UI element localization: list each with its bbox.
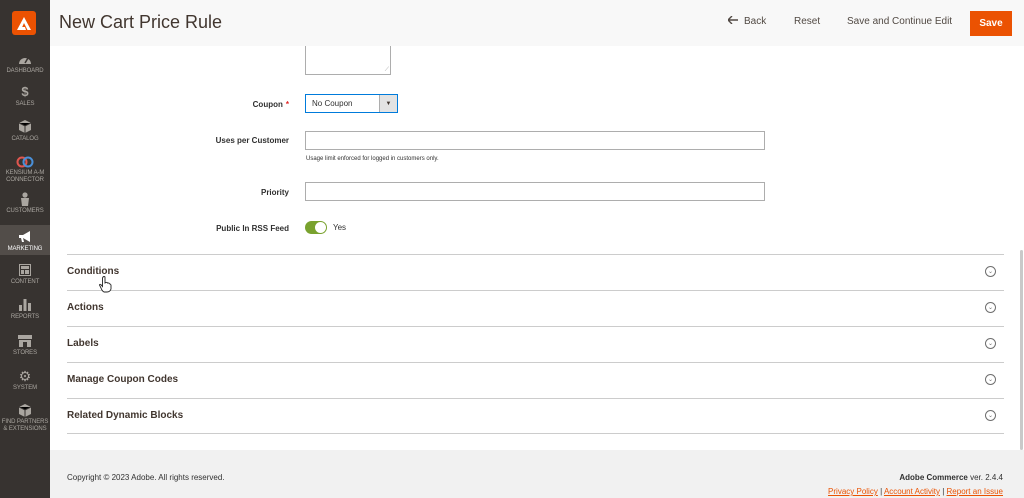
back-button-label: Back [744, 16, 767, 27]
sidebar-item-label-line2: & EXTENSIONS [3, 426, 47, 432]
sidebar-item-stores[interactable]: STORES [0, 334, 50, 359]
sidebar-item-label: REPORTS [10, 314, 40, 320]
account-activity-link[interactable]: Account Activity [884, 487, 940, 496]
separator: | [880, 487, 883, 496]
coupon-select[interactable]: No Coupon ▼ [305, 94, 398, 113]
coupon-select-value: No Coupon [312, 99, 353, 108]
sidebar-item-label: CONTENT [10, 279, 40, 285]
layout-icon [0, 263, 50, 277]
priority-label: Priority [260, 188, 289, 197]
sidebar-item-label: SYSTEM [12, 385, 38, 391]
uses-per-customer-label: Uses per Customer [215, 136, 289, 145]
sidebar-item-dashboard[interactable]: DASHBOARD [0, 52, 50, 77]
sidebar-item-label: DASHBOARD [6, 68, 44, 74]
dashboard-icon [0, 52, 50, 66]
sidebar-item-label-line2: CONNECTOR [6, 177, 44, 183]
product-version: Adobe Commerce ver. 2.4.4 [899, 473, 1003, 482]
sidebar-item-reports[interactable]: REPORTS [0, 298, 50, 323]
chevron-down-icon[interactable]: ⌄ [985, 266, 996, 277]
required-marker: * [285, 100, 289, 109]
page-footer: Copyright © 2023 Adobe. All rights reser… [50, 450, 1024, 498]
section-manage-coupon-codes[interactable]: Manage Coupon Codes ⌄ [67, 362, 1004, 398]
sidebar-item-label: CUSTOMERS [6, 208, 44, 214]
section-title: Manage Coupon Codes [67, 374, 179, 385]
rss-feed-value: Yes [333, 223, 347, 232]
footer-links: Privacy Policy | Account Activity | Repo… [828, 487, 1003, 496]
page-scrollbar[interactable] [1020, 250, 1023, 450]
back-button[interactable]: Back [727, 15, 767, 27]
adobe-logo-icon[interactable] [12, 11, 36, 35]
save-button[interactable]: Save [970, 11, 1012, 36]
gear-icon: ⚙ [18, 368, 32, 384]
page-header: New Cart Price Rule Back Reset Save and … [50, 0, 1024, 46]
reset-button[interactable]: Reset [794, 16, 820, 27]
sidebar-item-catalog[interactable]: CATALOG [0, 120, 50, 145]
sidebar-item-find-partners[interactable]: FIND PARTNERS & EXTENSIONS [0, 404, 50, 436]
bar-chart-icon [0, 298, 50, 312]
rss-feed-toggle[interactable] [305, 221, 327, 234]
page-title: New Cart Price Rule [59, 12, 223, 32]
version-text: ver. 2.4.4 [970, 473, 1003, 482]
chevron-down-icon[interactable]: ⌄ [985, 302, 996, 313]
admin-sidebar: DASHBOARD $ SALES CATALOG KENSIUM A-M CO… [0, 0, 50, 498]
uses-per-customer-input[interactable] [305, 131, 765, 150]
chevron-down-icon[interactable]: ⌄ [985, 338, 996, 349]
sidebar-item-label: FIND PARTNERS [1, 419, 49, 425]
section-labels[interactable]: Labels ⌄ [67, 326, 1004, 362]
cube-icon [0, 120, 50, 134]
product-name: Adobe Commerce [899, 473, 968, 482]
report-issue-link[interactable]: Report an Issue [947, 487, 1003, 496]
connector-icon [0, 155, 50, 169]
sidebar-item-kensium-connector[interactable]: KENSIUM A-M CONNECTOR [0, 155, 50, 187]
sidebar-item-system[interactable]: ⚙ SYSTEM [0, 369, 50, 394]
description-textarea[interactable]: ⟋ [305, 46, 391, 75]
chevron-down-icon[interactable]: ⌄ [985, 410, 996, 421]
chevron-down-icon[interactable]: ⌄ [985, 374, 996, 385]
save-and-continue-button[interactable]: Save and Continue Edit [847, 16, 952, 27]
chevron-down-icon[interactable]: ▼ [379, 95, 397, 112]
resize-grip-icon[interactable]: ⟋ [385, 67, 389, 73]
sidebar-item-label: STORES [13, 350, 37, 356]
section-title: Actions [67, 302, 104, 313]
section-related-dynamic-blocks[interactable]: Related Dynamic Blocks ⌄ [67, 398, 1004, 434]
person-icon [0, 192, 50, 206]
toggle-knob [315, 222, 326, 233]
uses-per-customer-note: Usage limit enforced for logged in custo… [306, 156, 439, 162]
sidebar-item-label: MARKETING [7, 246, 43, 252]
section-title: Labels [67, 338, 99, 349]
megaphone-icon [0, 230, 50, 244]
separator: | [942, 487, 945, 496]
sidebar-item-label: SALES [15, 101, 35, 107]
dollar-icon: $ [21, 84, 29, 99]
hand-cursor-icon [99, 276, 112, 298]
coupon-label: Coupon * [252, 100, 289, 109]
sidebar-item-label: CATALOG [11, 136, 39, 142]
sidebar-item-content[interactable]: CONTENT [0, 263, 50, 288]
copyright-text: Copyright © 2023 Adobe. All rights reser… [67, 473, 225, 482]
priority-input[interactable] [305, 182, 765, 201]
store-icon [0, 334, 50, 348]
rss-feed-label: Public In RSS Feed [216, 224, 289, 233]
privacy-policy-link[interactable]: Privacy Policy [828, 487, 878, 496]
sidebar-item-customers[interactable]: CUSTOMERS [0, 192, 50, 217]
section-divider [67, 433, 1004, 434]
extensions-icon [0, 404, 50, 418]
sidebar-item-marketing[interactable]: MARKETING [0, 225, 50, 255]
sidebar-item-label: KENSIUM A-M [5, 170, 45, 176]
sidebar-item-sales[interactable]: $ SALES [0, 85, 50, 110]
arrow-left-icon [727, 15, 738, 27]
section-actions[interactable]: Actions ⌄ [67, 290, 1004, 326]
section-conditions[interactable]: Conditions ⌄ [67, 254, 1004, 290]
section-title: Related Dynamic Blocks [67, 410, 184, 421]
